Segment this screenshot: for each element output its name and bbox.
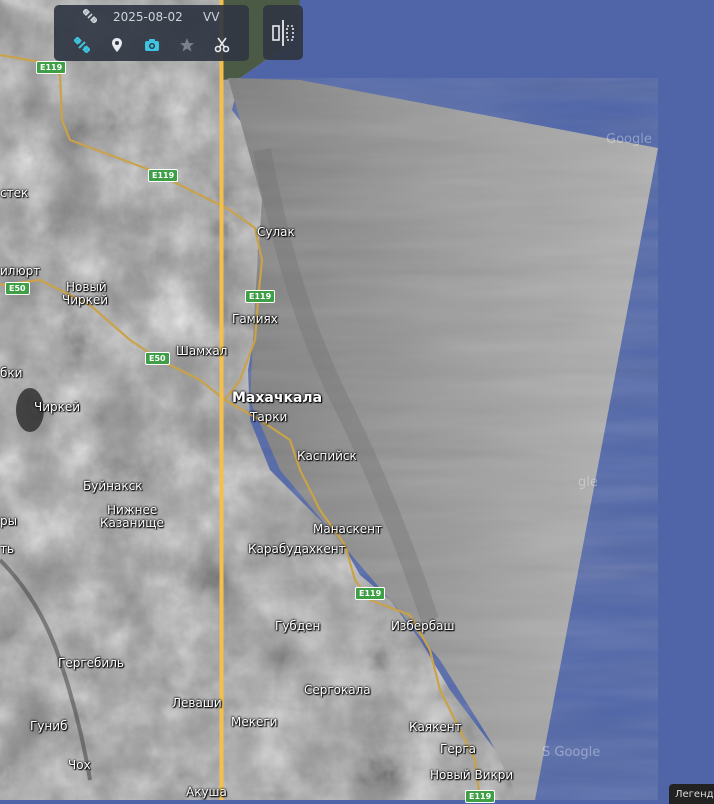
city-label: Нижнее xyxy=(107,503,158,517)
camera-icon xyxy=(144,39,159,51)
city-label: Гергебиль xyxy=(58,656,124,670)
city-label: стек xyxy=(0,186,29,200)
layer-toolbar: 2025-08-02 VV xyxy=(54,5,249,61)
map-canvas[interactable] xyxy=(0,0,714,800)
city-label: Чох xyxy=(68,758,91,772)
city-label: Манаскент xyxy=(313,522,382,536)
city-label: Гуниб xyxy=(30,719,68,733)
city-label: Шамхал xyxy=(176,344,228,358)
city-label: Каякент xyxy=(409,720,462,734)
road-shield: E119 xyxy=(465,790,496,803)
city-label: Мекеги xyxy=(231,715,278,729)
city-label-capital: Махачкала xyxy=(232,390,323,406)
city-label: Избербаш xyxy=(391,619,455,633)
road-shield: E119 xyxy=(148,169,179,182)
satellite-icon xyxy=(82,8,98,24)
city-label: Чиркей xyxy=(34,400,81,414)
city-label: ры xyxy=(0,514,18,528)
city-label: Герга xyxy=(440,742,476,756)
map-watermark: S Google xyxy=(542,745,601,760)
cut-button[interactable] xyxy=(211,34,233,56)
map-pin-button[interactable] xyxy=(106,34,128,56)
city-label: Сергокала xyxy=(304,683,371,697)
road-shield: E50 xyxy=(5,282,30,295)
city-label: Гамиях xyxy=(232,312,278,326)
map-watermark: Google xyxy=(606,132,652,147)
compare-button[interactable] xyxy=(263,5,303,60)
favorite-button[interactable] xyxy=(176,34,198,56)
road-shield: E50 xyxy=(145,352,170,365)
map-watermark: gle xyxy=(578,475,598,490)
city-label: Буйнакск xyxy=(83,479,143,493)
legend-button[interactable]: Легенда xyxy=(669,784,714,804)
map-pin-icon xyxy=(111,38,122,52)
toolbar-actions xyxy=(54,31,249,59)
scissors-icon xyxy=(214,37,229,53)
city-label: Тарки xyxy=(250,410,288,424)
compare-icon xyxy=(272,19,294,46)
polarization-label[interactable]: VV xyxy=(203,10,219,24)
camera-button[interactable] xyxy=(141,34,163,56)
city-label: Леваши xyxy=(172,696,222,710)
star-icon xyxy=(179,38,194,52)
date-label[interactable]: 2025-08-02 xyxy=(113,10,183,24)
city-label: ть xyxy=(0,542,15,556)
city-label: Казанище xyxy=(100,516,164,530)
city-label: Новый xyxy=(66,280,107,294)
road-shield: E119 xyxy=(36,61,67,74)
city-label: Каспийск xyxy=(297,449,357,463)
city-label: Новый Викри xyxy=(430,768,514,782)
road-shield: E119 xyxy=(245,290,276,303)
satellite-button[interactable] xyxy=(71,34,93,56)
city-label: Акуша xyxy=(186,785,227,799)
city-label: бки xyxy=(0,366,23,380)
city-label: илюрт xyxy=(0,264,41,278)
road-shield: E119 xyxy=(355,587,386,600)
city-label: Губден xyxy=(275,619,321,633)
satellite-icon xyxy=(73,37,90,53)
city-label: Сулак xyxy=(257,225,295,239)
city-label: Чиркей xyxy=(62,293,109,307)
city-label: Карабудахкент xyxy=(248,542,346,556)
toolbar-header: 2025-08-02 VV xyxy=(54,5,249,29)
